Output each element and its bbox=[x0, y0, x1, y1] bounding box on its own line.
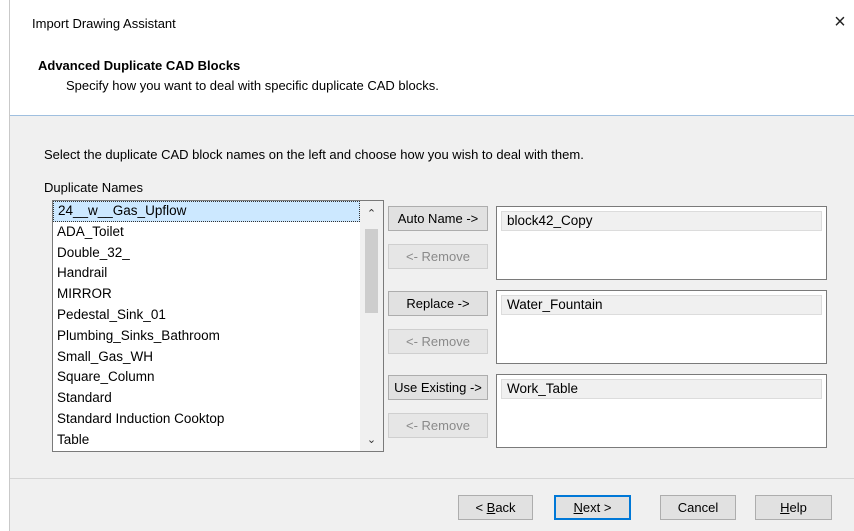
list-item[interactable]: Table bbox=[53, 430, 360, 451]
use-existing-remove-button[interactable]: <- Remove bbox=[388, 413, 488, 438]
use-existing-box[interactable]: Work_Table bbox=[496, 374, 827, 448]
back-prefix: < bbox=[475, 500, 487, 515]
cancel-button[interactable]: Cancel bbox=[660, 495, 736, 520]
import-drawing-assistant-window: Import Drawing Assistant × Advanced Dupl… bbox=[9, 0, 854, 531]
list-item[interactable]: Standard Induction Cooktop bbox=[53, 409, 360, 430]
wizard-header: Advanced Duplicate CAD Blocks Specify ho… bbox=[10, 48, 854, 116]
auto-name-button[interactable]: Auto Name -> bbox=[388, 206, 488, 231]
chevron-up-icon[interactable]: ⌃ bbox=[360, 203, 383, 225]
next-mnemonic: N bbox=[573, 500, 583, 515]
auto-name-box[interactable]: block42_Copy bbox=[496, 206, 827, 280]
list-item[interactable]: Square_Column bbox=[53, 367, 360, 388]
title-bar: Import Drawing Assistant × bbox=[10, 0, 854, 48]
replace-box[interactable]: Water_Fountain bbox=[496, 290, 827, 364]
use-existing-button[interactable]: Use Existing -> bbox=[388, 375, 488, 400]
use-existing-item[interactable]: Work_Table bbox=[501, 379, 822, 399]
wizard-footer: < Back Next > Cancel Help bbox=[10, 478, 854, 531]
list-items: 24__w__Gas_Upflow ADA_Toilet Double_32_ Han… bbox=[53, 201, 360, 451]
list-item[interactable]: Standard bbox=[53, 388, 360, 409]
chevron-down-icon[interactable]: ⌄ bbox=[360, 429, 383, 451]
list-item[interactable]: Pedestal_Sink_01 bbox=[53, 305, 360, 326]
back-label-rest: ack bbox=[495, 500, 516, 515]
vertical-scrollbar[interactable]: ⌃ ⌄ bbox=[360, 201, 383, 451]
list-item[interactable]: Small_Gas_WH bbox=[53, 347, 360, 368]
next-button[interactable]: Next > bbox=[554, 495, 631, 520]
back-button[interactable]: < Back bbox=[458, 495, 533, 520]
window-title: Import Drawing Assistant bbox=[32, 16, 176, 31]
list-item[interactable]: ADA_Toilet bbox=[53, 222, 360, 243]
list-item[interactable]: Double_32_ bbox=[53, 243, 360, 264]
replace-remove-button[interactable]: <- Remove bbox=[388, 329, 488, 354]
list-item[interactable]: MIRROR bbox=[53, 284, 360, 305]
replace-item[interactable]: Water_Fountain bbox=[501, 295, 822, 315]
help-mnemonic: H bbox=[780, 500, 790, 515]
page-subtitle: Specify how you want to deal with specif… bbox=[66, 78, 439, 93]
next-label-rest: ext > bbox=[582, 500, 612, 515]
list-item[interactable]: Handrail bbox=[53, 263, 360, 284]
help-label-rest: elp bbox=[789, 500, 807, 515]
duplicate-names-list[interactable]: 24__w__Gas_Upflow ADA_Toilet Double_32_ Han… bbox=[52, 200, 384, 452]
scroll-thumb[interactable] bbox=[365, 229, 378, 313]
list-item[interactable]: 24__w__Gas_Upflow bbox=[53, 201, 360, 222]
help-button[interactable]: Help bbox=[755, 495, 832, 520]
auto-name-remove-button[interactable]: <- Remove bbox=[388, 244, 488, 269]
page-title: Advanced Duplicate CAD Blocks bbox=[38, 58, 241, 73]
list-item[interactable]: Plumbing_Sinks_Bathroom bbox=[53, 326, 360, 347]
replace-button[interactable]: Replace -> bbox=[388, 291, 488, 316]
close-icon[interactable]: × bbox=[825, 8, 854, 36]
duplicate-names-label: Duplicate Names bbox=[44, 180, 143, 195]
auto-name-item[interactable]: block42_Copy bbox=[501, 211, 822, 231]
instructions-text: Select the duplicate CAD block names on … bbox=[44, 147, 584, 162]
